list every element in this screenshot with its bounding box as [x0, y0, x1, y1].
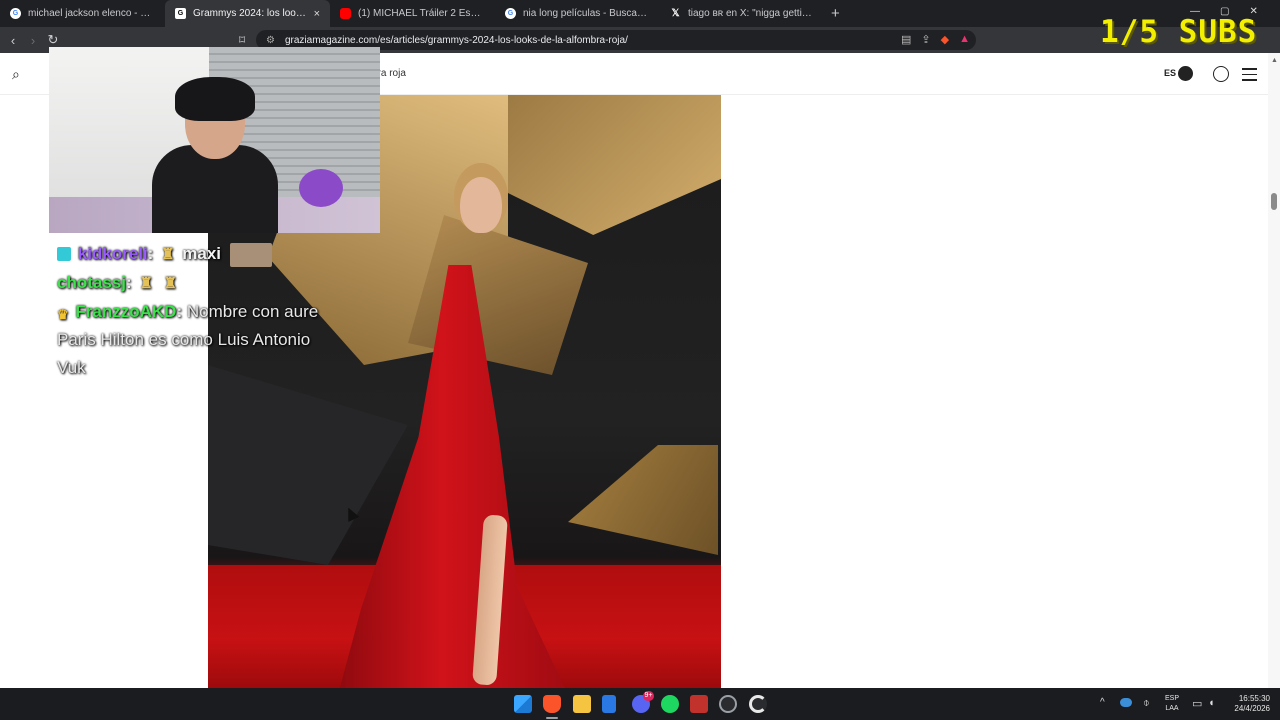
language-selector[interactable]: ES: [1164, 68, 1176, 78]
tab-strip: G michael jackson elenco - Buscar con G …: [0, 0, 1280, 27]
youtube-icon: [340, 8, 351, 19]
backdrop-facet: [568, 445, 718, 555]
share-icon[interactable]: ⇪: [921, 33, 930, 46]
plush-toy: [299, 169, 343, 207]
subs-counter: 1/5 SUBS: [1100, 14, 1258, 50]
globe-icon[interactable]: [1178, 66, 1193, 81]
user-icon[interactable]: [1213, 66, 1229, 82]
backdrop-facet: [508, 95, 721, 235]
url-actions: ▤ ⇪ ◆ ▲: [901, 33, 970, 46]
menu-icon[interactable]: [1242, 68, 1257, 85]
tab-nia-long[interactable]: G nia long películas - Buscar con Googl: [495, 0, 660, 27]
webcam-overlay: [49, 47, 380, 233]
grazia-icon: G: [175, 8, 186, 19]
tab-youtube-michael[interactable]: (1) MICHAEL Tráiler 2 Español Latino: [330, 0, 495, 27]
reload-icon[interactable]: ↻: [43, 32, 63, 48]
chat-username: chotassj: [57, 273, 126, 292]
dancer-emote-icon: ♜: [139, 275, 153, 292]
cat-emote-icon: [229, 242, 272, 267]
tab-michael-jackson[interactable]: G michael jackson elenco - Buscar con: [0, 0, 165, 27]
scroll-thumb[interactable]: [1271, 193, 1277, 210]
streamer-hair: [175, 77, 255, 121]
input-language[interactable]: ESP LAA: [1160, 694, 1184, 714]
close-tab-icon[interactable]: ×: [314, 8, 320, 20]
chat-username: kidkoreli: [77, 244, 148, 263]
spotify-icon[interactable]: [661, 695, 679, 713]
bookmark-icon[interactable]: ⌑: [239, 33, 245, 47]
volume-icon[interactable]: ◖: [1208, 697, 1215, 709]
microphone-icon[interactable]: ⌽: [1143, 697, 1150, 710]
system-clock[interactable]: 16:55:30 24/4/2026: [1222, 694, 1270, 714]
site-info-icon[interactable]: ⚙: [266, 35, 275, 46]
capcut-icon[interactable]: [749, 695, 767, 713]
tab-title: tiago ʙʀ en X: "nigga getting intervie: [688, 8, 815, 19]
brave-browser-icon[interactable]: [543, 695, 561, 713]
search-icon[interactable]: ⌕: [12, 66, 20, 83]
subscriber-badge-icon: [57, 247, 71, 261]
new-tab-button[interactable]: +: [831, 5, 840, 22]
language-code: ESP: [1164, 695, 1179, 702]
brave-rewards-icon[interactable]: ▲: [959, 33, 970, 46]
celebrity-head: [460, 177, 502, 233]
reader-mode-icon[interactable]: ▤: [901, 33, 911, 46]
file-explorer-icon[interactable]: [573, 695, 591, 713]
recording-app-icon[interactable]: [690, 695, 708, 713]
scroll-up-icon[interactable]: ▲: [1271, 57, 1278, 64]
google-icon: G: [10, 8, 21, 19]
page-scrollbar[interactable]: ▲: [1268, 53, 1280, 688]
active-app-indicator: [546, 717, 558, 719]
notification-badge: 9+: [643, 691, 654, 701]
chat-message: chotassj: ♜ ♜: [57, 269, 327, 298]
keyboard-layout: LAA: [1165, 705, 1179, 712]
clock-date: 24/4/2026: [1234, 704, 1270, 713]
chat-separator: :: [125, 273, 132, 292]
windows-start-icon[interactable]: [514, 695, 532, 713]
crown-icon: ♛: [57, 307, 69, 322]
tab-title: nia long películas - Buscar con Googl: [523, 8, 650, 19]
settings-app-icon[interactable]: [719, 695, 737, 713]
chat-message: kidkoreli: ♜ maxi: [57, 240, 327, 269]
chat-message: ♛ FranzzoAKD: Nombre con aure Paris Hilt…: [57, 298, 327, 382]
url-text[interactable]: graziamagazine.com/es/articles/grammys-2…: [285, 35, 628, 46]
tab-grammys[interactable]: G Grammys 2024: los looks de la al ×: [165, 0, 330, 27]
tab-x-post[interactable]: 𝕏 tiago ʙʀ en X: "nigga getting intervie: [660, 0, 825, 27]
backdrop-facet: [208, 365, 408, 565]
back-icon[interactable]: ‹: [3, 33, 23, 48]
chat-separator: :: [176, 302, 183, 321]
chat-username: maxi: [182, 244, 221, 263]
tab-title: Grammys 2024: los looks de la al: [193, 8, 308, 19]
chat-username: FranzzoAKD: [75, 302, 177, 321]
taskbar: 9+ ^ ⌽ ESP LAA ▭ ◖ 16:55:30 24/4/2026: [0, 688, 1280, 720]
dancer-emote-icon: ♜: [161, 246, 175, 263]
show-hidden-icons-icon[interactable]: ^: [1100, 697, 1105, 708]
brave-shield-icon[interactable]: ◆: [941, 33, 949, 46]
onedrive-icon[interactable]: [1120, 698, 1132, 707]
stream-chat: kidkoreli: ♜ maxi chotassj: ♜ ♜ ♛ Franzz…: [57, 240, 327, 382]
clock-time: 16:55:30: [1238, 694, 1270, 703]
bing-icon[interactable]: [602, 695, 616, 713]
dancer-emote-icon: ♜: [163, 275, 178, 292]
tab-title: michael jackson elenco - Buscar con: [28, 8, 155, 19]
network-icon[interactable]: ▭: [1192, 697, 1202, 710]
chat-separator: :: [147, 244, 154, 263]
forward-icon[interactable]: ›: [23, 33, 43, 48]
x-icon: 𝕏: [671, 8, 680, 19]
google-icon: G: [505, 8, 516, 19]
tab-title: (1) MICHAEL Tráiler 2 Español Latino: [358, 8, 485, 19]
